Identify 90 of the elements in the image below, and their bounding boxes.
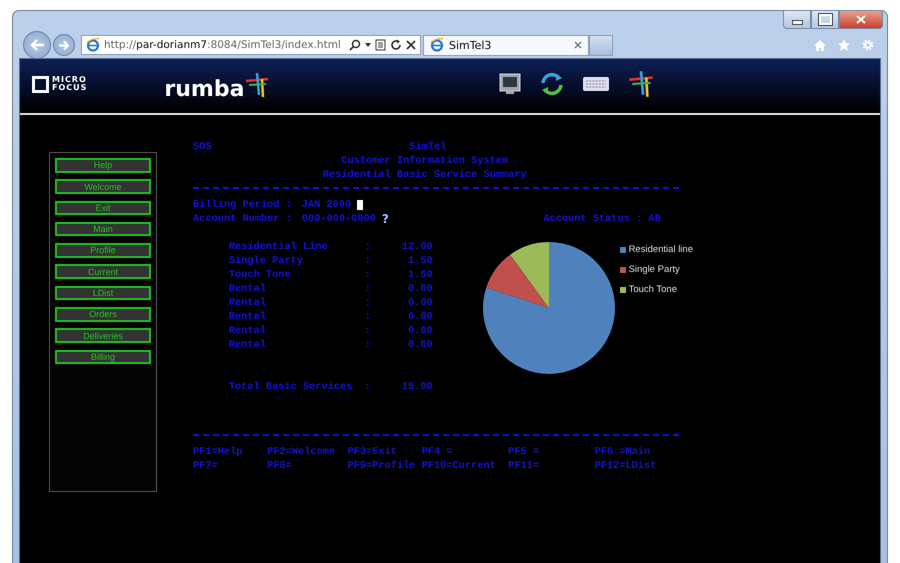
browser-logo-icon <box>86 38 100 52</box>
menu-button[interactable]: Main <box>55 222 151 236</box>
total-amount: 15.00 <box>402 380 433 394</box>
charge-amount: 0.00 <box>407 282 433 296</box>
charge-amount: 0.00 <box>407 310 433 324</box>
close-tab-icon[interactable] <box>574 41 582 49</box>
charge-amount: 12.00 <box>402 240 433 254</box>
menu-button[interactable]: Welcome <box>55 179 151 194</box>
system-code: SOS <box>193 140 212 154</box>
tab-title: SimTel3 <box>449 38 492 52</box>
vendor-logo: MICRO FOCUS <box>52 76 88 92</box>
back-button[interactable] <box>23 31 51 59</box>
charge-name: Rental <box>228 338 267 352</box>
separator-colon: : <box>364 282 372 296</box>
charge-amount: 1.50 <box>407 254 433 268</box>
function-key-label: PF5 = <box>508 445 540 459</box>
screen-heading: Residential Basic Service Summary <box>322 168 527 182</box>
browser-tab[interactable]: SimTel3 <box>423 34 589 56</box>
screen-subtitle: Customer Information System <box>341 154 508 168</box>
function-key-label: PF2=Welcome <box>267 445 336 459</box>
address-bar[interactable]: http://par-dorianm7:8084/SimTel3/index.html <box>81 35 421 55</box>
field-value: AB <box>648 212 662 226</box>
menu-button[interactable]: Orders <box>55 307 151 322</box>
menu-button[interactable]: Deliveries <box>55 328 151 343</box>
charge-amount: 1.50 <box>407 268 433 282</box>
app-title: SimTel <box>409 140 446 154</box>
total-label: Total Basic Services <box>228 380 354 394</box>
compatibility-view-icon[interactable] <box>375 39 386 51</box>
function-key-label: PF7= <box>193 459 219 473</box>
charge-name: Rental <box>228 282 267 296</box>
charge-name: Touch Tone <box>228 268 292 282</box>
charge-name: Rental <box>228 310 267 324</box>
function-key-label: PF6 =Main <box>594 445 652 459</box>
cursor-icon <box>357 200 364 210</box>
field-label: Account Number : <box>193 212 293 226</box>
charge-amount: 0.00 <box>407 338 433 352</box>
separator-colon: : <box>364 254 372 268</box>
dropdown-caret-icon[interactable] <box>365 43 371 47</box>
charge-name: Rental <box>228 324 267 338</box>
close-icon <box>856 15 866 24</box>
field-label: Billing Period : <box>193 198 293 212</box>
legend-label: Residential line <box>628 243 693 256</box>
separator-colon: : <box>364 268 372 282</box>
separator-colon: : <box>364 240 372 254</box>
field-label: Account Status : <box>543 212 642 226</box>
function-key-label: PF11= <box>508 459 540 473</box>
function-key-label: PF1=Help <box>193 445 244 459</box>
sync-icon[interactable] <box>539 71 566 97</box>
function-key-label: PF3=Exit <box>347 445 398 459</box>
forward-arrow-icon <box>58 40 70 50</box>
menu-button[interactable]: Exit <box>55 200 151 216</box>
menu-button[interactable]: Profile <box>55 243 151 258</box>
function-key-label: PF12=LDist <box>594 459 658 473</box>
keyboard-icon[interactable] <box>582 76 610 92</box>
charge-name: Single Party <box>228 254 304 268</box>
product-logo: rumba <box>164 77 244 103</box>
separator-colon: : <box>364 324 372 338</box>
field-value: JAN 2000 <box>302 198 352 212</box>
refresh-icon[interactable] <box>390 39 402 51</box>
stop-icon[interactable] <box>406 40 416 50</box>
function-key-label: PF4 = <box>422 445 454 459</box>
separator-colon: : <box>364 338 372 352</box>
field-value: 000-000-0000 <box>302 212 376 226</box>
monitor-icon[interactable] <box>498 72 522 96</box>
star-icon[interactable] <box>837 38 851 52</box>
forward-button[interactable] <box>53 34 75 56</box>
legend-label: Single Party <box>628 263 680 276</box>
search-icon[interactable] <box>349 39 361 51</box>
function-key-label: PF8= <box>267 459 293 473</box>
close-button[interactable] <box>839 10 883 29</box>
separator-colon: : <box>364 310 372 324</box>
separator-colon: : <box>364 380 372 394</box>
back-arrow-icon <box>29 38 45 52</box>
maximize-button[interactable] <box>811 10 839 29</box>
function-key-label: PF9=Profile <box>347 459 416 473</box>
menu-button[interactable]: Help <box>55 158 151 172</box>
function-key-label: PF10=Current <box>422 459 497 473</box>
charge-amount: 0.00 <box>407 296 433 310</box>
menu-button[interactable]: LDist <box>55 286 151 300</box>
charge-amount: 0.00 <box>407 324 433 338</box>
legend-label: Touch Tone <box>628 283 677 296</box>
browser-logo-icon <box>430 38 444 52</box>
charge-name: Rental <box>228 296 267 310</box>
help-mark[interactable]: ? <box>382 212 389 226</box>
menu-button[interactable]: Current <box>55 264 151 279</box>
separator-colon: : <box>364 296 372 310</box>
square-logo-icon <box>32 76 49 92</box>
minimize-button[interactable] <box>783 10 811 29</box>
charge-name: Residential Line <box>228 240 329 254</box>
menu-button[interactable]: Billing <box>55 350 151 364</box>
